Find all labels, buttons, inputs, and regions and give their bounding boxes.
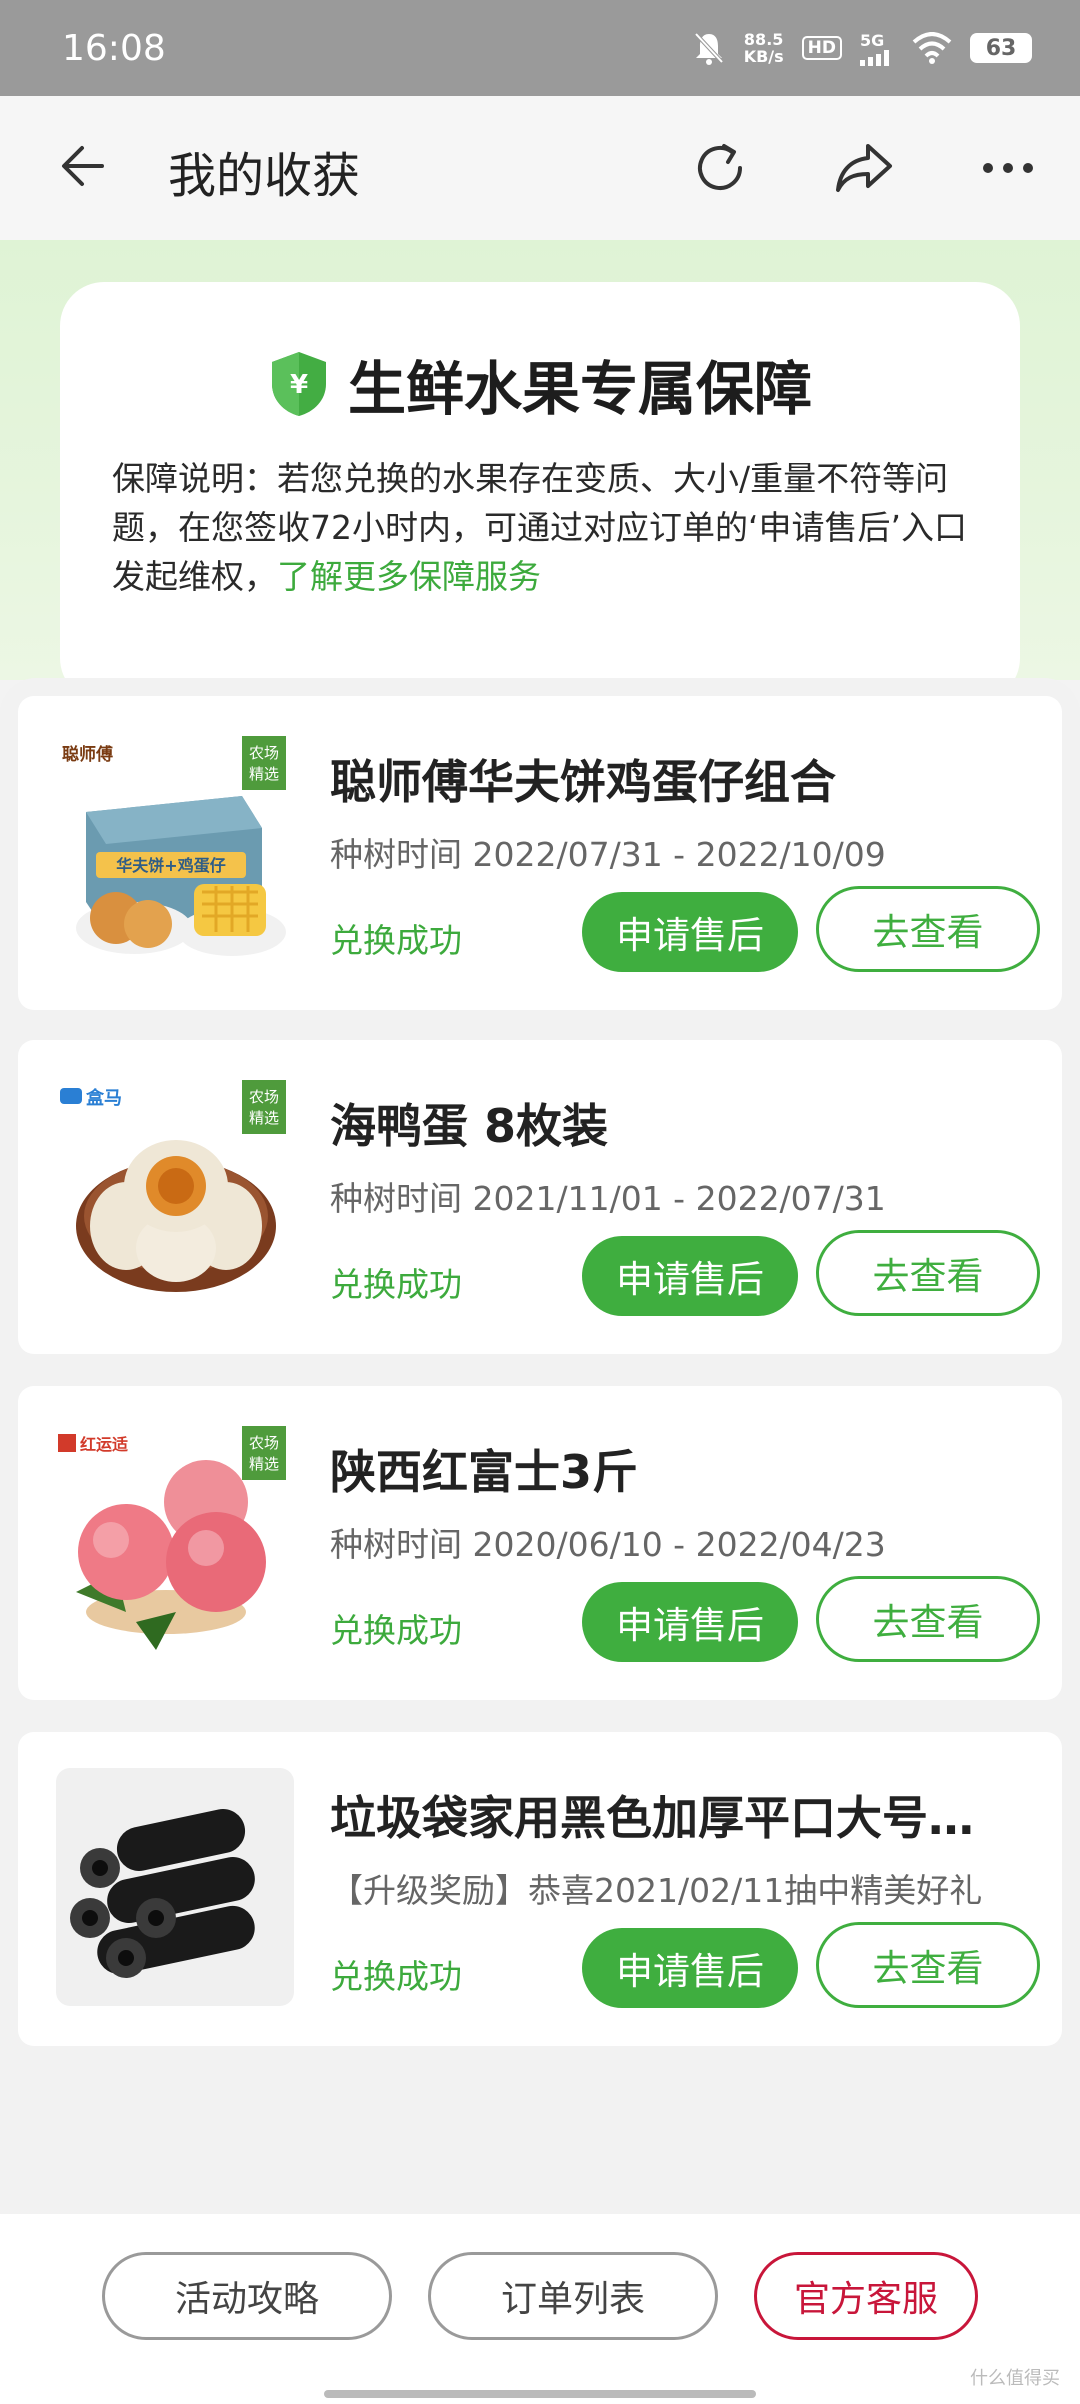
- home-indicator[interactable]: [324, 2390, 756, 2398]
- svg-text:聪师傅: 聪师傅: [62, 744, 113, 765]
- apply-after-sale-button[interactable]: 申请售后: [582, 1928, 798, 2008]
- product-name[interactable]: 垃圾袋家用黑色加厚平口大号…: [330, 1782, 1010, 1848]
- view-button[interactable]: 去查看: [816, 1922, 1040, 2008]
- shield-yen-icon: ¥: [271, 352, 326, 416]
- reward-note: 【升级奖励】恭喜2021/02/11抽中精美好礼: [330, 1871, 983, 1910]
- svg-text:农场: 农场: [249, 1088, 279, 1106]
- exchange-status: 兑换成功: [330, 1957, 462, 1996]
- page-title: 我的收获: [168, 148, 361, 204]
- protection-card: ¥ 生鲜水果专属保障 保障说明：若您兑换的水果存在变质、大小/重量不符等问题，在…: [60, 282, 1020, 702]
- top-nav-bar: 我的收获: [0, 96, 1080, 240]
- exchange-status: 兑换成功: [330, 1611, 462, 1650]
- status-bar: 16:08 88.5 KB/s HD 5G 63: [0, 0, 1080, 96]
- svg-text:精选: 精选: [249, 765, 279, 783]
- hd-badge: HD: [801, 36, 842, 60]
- view-button[interactable]: 去查看: [816, 1230, 1040, 1316]
- watermark: 什么值得买: [970, 2368, 1060, 2389]
- status-icons: 88.5 KB/s HD 5G 63: [692, 30, 1032, 66]
- list-item: 红运适 农场 精选 陕西红富士3斤 种树时间 2020/06/10 - 2022…: [18, 1386, 1062, 1700]
- list-item: 盒马 农场 精选 海鸭蛋 8枚装 种树时间 2021/11/01 - 2022/…: [18, 1040, 1062, 1354]
- product-name[interactable]: 海鸭蛋 8枚装: [330, 1090, 1010, 1156]
- product-image: [56, 1768, 294, 2006]
- protection-description: 保障说明：若您兑换的水果存在变质、大小/重量不符等问题，在您签收72小时内，可通…: [112, 459, 967, 596]
- signal-icon: 5G: [860, 31, 894, 66]
- svg-text:盒马: 盒马: [86, 1087, 122, 1109]
- exchange-status: 兑换成功: [330, 921, 462, 960]
- apply-after-sale-button[interactable]: 申请售后: [582, 892, 798, 972]
- net-speed: 88.5 KB/s: [743, 30, 784, 66]
- svg-text:精选: 精选: [249, 1109, 279, 1127]
- back-arrow-icon[interactable]: [56, 138, 112, 194]
- product-image: 红运适 农场 精选: [56, 1422, 294, 1660]
- refresh-icon[interactable]: [684, 132, 756, 204]
- svg-text:华夫饼+鸡蛋仔: 华夫饼+鸡蛋仔: [116, 856, 225, 875]
- exchange-status: 兑换成功: [330, 1265, 462, 1304]
- view-button[interactable]: 去查看: [816, 1576, 1040, 1662]
- apply-after-sale-button[interactable]: 申请售后: [582, 1236, 798, 1316]
- product-image: 聪师傅 农场 精选 华夫饼+鸡蛋仔: [56, 732, 294, 970]
- product-name[interactable]: 陕西红富士3斤: [330, 1436, 1010, 1502]
- rewards-list: 聪师傅 农场 精选 华夫饼+鸡蛋仔 聪师傅华夫饼鸡蛋仔组合 种树时间 2022/…: [0, 678, 1080, 2218]
- svg-text:精选: 精选: [249, 1455, 279, 1473]
- list-item: 垃圾袋家用黑色加厚平口大号… 【升级奖励】恭喜2021/02/11抽中精美好礼 …: [18, 1732, 1062, 2046]
- apply-after-sale-button[interactable]: 申请售后: [582, 1582, 798, 1662]
- mute-bell-icon: [694, 32, 724, 65]
- view-button[interactable]: 去查看: [816, 886, 1040, 972]
- protection-title: 生鲜水果专属保障: [347, 355, 812, 423]
- official-service-button[interactable]: 官方客服: [754, 2252, 978, 2340]
- bottom-action-bar: 活动攻略 订单列表 官方客服: [0, 2214, 1080, 2404]
- svg-text:农场: 农场: [249, 744, 279, 762]
- product-image: 盒马 农场 精选: [56, 1076, 294, 1314]
- plant-time: 种树时间 2022/07/31 - 2022/10/09: [330, 835, 886, 874]
- more-protection-link[interactable]: 了解更多保障服务: [277, 557, 541, 596]
- plant-time: 种树时间 2020/06/10 - 2022/04/23: [330, 1525, 886, 1564]
- protection-title-row: ¥ 生鲜水果专属保障: [60, 342, 1020, 426]
- battery-icon: 63: [970, 33, 1032, 63]
- plant-time: 种树时间 2021/11/01 - 2022/07/31: [330, 1179, 886, 1218]
- list-item: 聪师傅 农场 精选 华夫饼+鸡蛋仔 聪师傅华夫饼鸡蛋仔组合 种树时间 2022/…: [18, 696, 1062, 1010]
- order-list-button[interactable]: 订单列表: [428, 2252, 718, 2340]
- wifi-icon: [912, 32, 952, 64]
- share-icon[interactable]: [828, 132, 900, 204]
- activity-guide-button[interactable]: 活动攻略: [102, 2252, 392, 2340]
- svg-text:¥: ¥: [290, 370, 308, 400]
- svg-text:红运适: 红运适: [80, 1435, 128, 1454]
- status-time: 16:08: [62, 27, 166, 69]
- svg-text:农场: 农场: [249, 1434, 279, 1452]
- more-options-icon[interactable]: [972, 132, 1044, 204]
- product-name[interactable]: 聪师傅华夫饼鸡蛋仔组合: [330, 746, 1010, 812]
